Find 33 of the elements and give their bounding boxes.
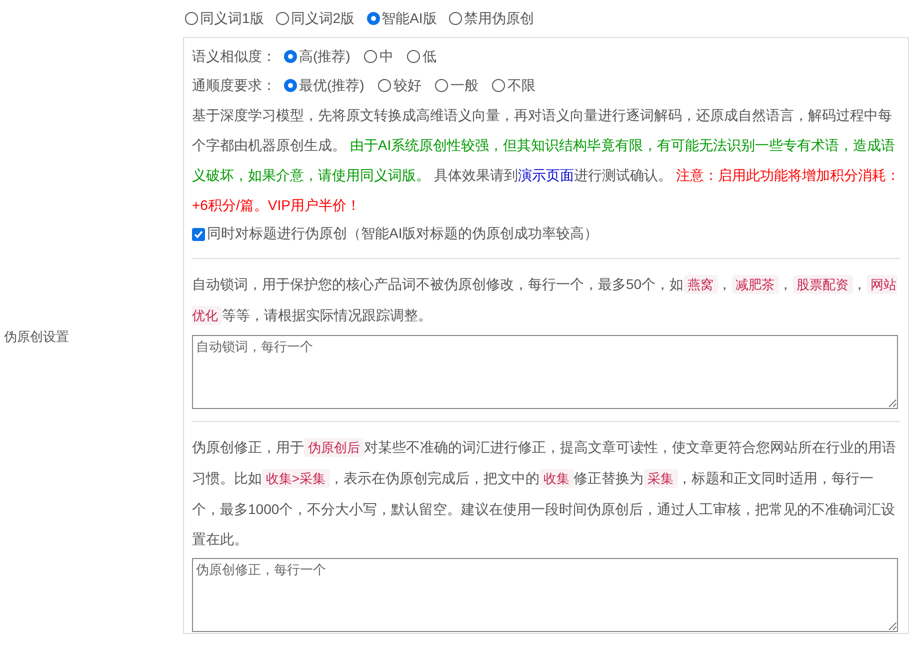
radio-button[interactable] xyxy=(448,12,462,25)
lock-words-field[interactable]: 自动锁词，每行一个 xyxy=(192,335,898,409)
option-label: 禁用伪原创 xyxy=(464,10,534,28)
corrections-description: 伪原创修正，用于 伪原创后 对某些不准确的词汇进行修正，提高文章可读性，使文章更符合您网站所在行业的用语习惯。比如 收集>采集 ，表示在伪原创完成后，把文中的 收集 修正替换为 采集 ，标题和正文同时适用，每行一个，最多1000个，不分大小写，默认留空。建议在使用一段时间伪原创后，通过人工审核，把常见的不准确词汇设置在此。 xyxy=(192,437,897,549)
option-label: 智能AI版 xyxy=(382,10,437,28)
demo-page-link[interactable]: 演示页面 xyxy=(518,167,574,183)
option-label: 同义词1版 xyxy=(200,10,264,28)
option-label: 不限 xyxy=(507,76,536,94)
radio-button[interactable] xyxy=(366,12,380,25)
section-label: 伪原创设置 xyxy=(4,328,69,346)
option-label: 同义词2版 xyxy=(290,10,355,28)
checkbox[interactable] xyxy=(192,228,205,240)
setting-label: 语义相似度： xyxy=(192,48,276,66)
corrections-field[interactable]: 伪原创修正，每行一个 xyxy=(192,558,898,632)
lock-words-description: 自动锁词，用于保护您的核心产品词不被伪原创修改，每行一个，最多50个，如 燕窝 ， 减肥茶 ， 股票配资 ， 网站优化 等等，请根据实际情况跟踪调整。 xyxy=(192,274,898,327)
option-label: 一般 xyxy=(450,76,478,94)
radio-button[interactable] xyxy=(435,79,448,92)
option-label: 最优(推荐) xyxy=(299,76,364,94)
radio-button[interactable] xyxy=(492,79,506,92)
option-label: 中 xyxy=(379,48,394,66)
setting-label: 通顺度要求： xyxy=(192,76,276,94)
checkbox-label: 同时对标题进行伪原创（智能AI版对标题的伪原创成功率较高） xyxy=(207,225,598,243)
radio-button[interactable] xyxy=(407,50,420,63)
option-label: 低 xyxy=(422,48,436,66)
radio-button[interactable] xyxy=(276,12,289,25)
radio-button[interactable] xyxy=(284,79,297,92)
ai-description: 基于深度学习模型，先将原文转换成高维语义向量，再对语义向量进行逐词解码，还原成自然语言，解码过程中每个字都由机器原创生成。 由于AI系统原创性较强，但其知识结构毕竟有限，有可能无法识别一些专有术语，造成语义破坏，如果介意，请使用同义词版。 具体效果请到演示页面进行测试确认。 注意：启用此功能将增加积分消耗：+6积分/篇。VIP用户半价！ xyxy=(192,106,900,215)
radio-button[interactable] xyxy=(378,79,392,92)
radio-button[interactable] xyxy=(364,50,378,63)
radio-button[interactable] xyxy=(185,12,198,25)
option-label: 较好 xyxy=(393,76,422,94)
radio-button[interactable] xyxy=(284,50,297,63)
option-label: 高(推荐) xyxy=(299,48,350,66)
